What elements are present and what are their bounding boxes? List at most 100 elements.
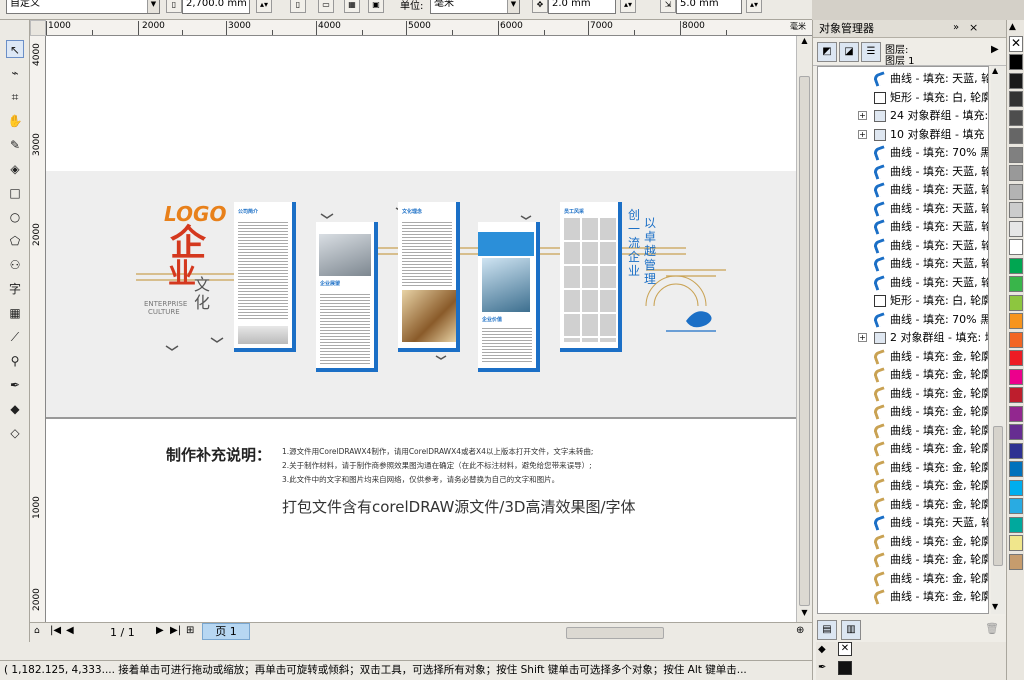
color-swatch[interactable] <box>1009 165 1023 181</box>
color-swatch[interactable] <box>1009 183 1023 200</box>
color-swatch[interactable] <box>1009 405 1023 422</box>
scroll-up-icon[interactable]: ▲ <box>992 66 998 75</box>
object-tree-row[interactable]: +2 对象群组 - 填充: 均 <box>818 329 988 348</box>
chevron-down-icon[interactable]: ▼ <box>507 0 519 13</box>
add-page-icon[interactable]: ⊞ <box>186 625 194 636</box>
object-tree-row[interactable]: +10 对象群组 - 填充 <box>818 126 988 145</box>
all-pages-icon[interactable]: ▦ <box>344 0 360 13</box>
object-tree-row[interactable]: 曲线 - 填充: 金, 轮廓 <box>818 477 988 496</box>
basic-shapes-icon[interactable]: ⚇ <box>6 256 24 274</box>
color-swatch[interactable] <box>1009 368 1023 385</box>
object-tree-row[interactable]: 曲线 - 填充: 金, 轮廓 <box>818 440 988 459</box>
outline-tool-icon[interactable]: ✒ <box>6 376 24 394</box>
expand-toggle-icon[interactable]: + <box>858 111 867 120</box>
object-tree-row[interactable]: +24 对象群组 - 填充: <box>818 107 988 126</box>
object-tree-row[interactable]: 曲线 - 填充: 金, 轮廓 <box>818 459 988 478</box>
object-tree-row[interactable]: 矩形 - 填充: 白, 轮廓 <box>818 292 988 311</box>
object-tree-row[interactable]: 曲线 - 填充: 天蓝, 轮 <box>818 181 988 200</box>
color-swatch[interactable] <box>1009 276 1023 292</box>
color-swatch[interactable] <box>1009 535 1023 551</box>
color-swatch[interactable] <box>1009 146 1023 163</box>
object-tree-row[interactable]: 曲线 - 填充: 金, 轮廓 <box>818 366 988 385</box>
pan-tool-icon[interactable]: ✋ <box>6 112 24 130</box>
color-swatch[interactable] <box>1009 553 1023 570</box>
color-swatch[interactable] <box>1009 91 1023 107</box>
color-swatch[interactable] <box>1009 202 1023 218</box>
prev-page-icon[interactable]: ◀ <box>66 625 74 636</box>
show-properties-icon[interactable]: ◩ <box>817 42 837 62</box>
object-tree-row[interactable]: 曲线 - 填充: 70% 黑 <box>818 144 988 163</box>
object-tree-row[interactable]: 曲线 - 填充: 天蓝, 轮 <box>818 255 988 274</box>
vertical-ruler[interactable]: 4000 3000 2000 1000 2000 <box>30 36 46 622</box>
new-master-layer-icon[interactable]: ▥ <box>841 620 861 640</box>
object-tree-row[interactable]: 曲线 - 填充: 天蓝, 轮 <box>818 218 988 237</box>
shape-tool-icon[interactable]: ⌁ <box>6 64 24 82</box>
zoom-icon[interactable]: ⊕ <box>796 625 804 636</box>
text-tool-icon[interactable]: 字 <box>6 280 24 298</box>
object-tree-row[interactable]: 曲线 - 填充: 金, 轮廓 <box>818 403 988 422</box>
object-tree-row[interactable]: 曲线 - 填充: 金, 轮廓 <box>818 422 988 441</box>
home-icon[interactable]: ⌂ <box>34 626 40 636</box>
table-tool-icon[interactable]: ▦ <box>6 304 24 322</box>
duplicate-distance-field[interactable]: 5.0 mm <box>676 0 742 14</box>
outline-color-swatch[interactable] <box>838 661 852 675</box>
spin-icon[interactable]: ▴▾ <box>256 0 272 13</box>
unit-select[interactable]: 毫米 ▼ <box>430 0 520 14</box>
color-swatch[interactable] <box>1009 54 1023 70</box>
color-swatch[interactable] <box>1009 479 1023 496</box>
palette-scroll-up-icon[interactable]: ▲ <box>1009 22 1016 32</box>
object-tree-row[interactable]: 曲线 - 填充: 金, 轮廓 <box>818 551 988 570</box>
first-page-icon[interactable]: |◀ <box>50 625 61 636</box>
object-tree[interactable]: 曲线 - 填充: 天蓝, 轮矩形 - 填充: 白, 轮廓 +24 对象群组 - 填… <box>817 66 989 614</box>
dimension-tool-icon[interactable]: ⟋ <box>6 328 24 346</box>
scroll-up-icon[interactable]: ▲ <box>798 36 811 48</box>
scroll-down-icon[interactable]: ▼ <box>798 608 811 620</box>
color-swatch[interactable] <box>1009 128 1023 144</box>
interactive-fill-icon[interactable]: ◇ <box>6 424 24 442</box>
object-tree-row[interactable]: 曲线 - 填充: 金, 轮廓 <box>818 570 988 589</box>
polygon-tool-icon[interactable]: ⬠ <box>6 232 24 250</box>
close-icon[interactable]: × <box>969 21 978 34</box>
fill-color-swatch[interactable]: ✕ <box>838 642 852 656</box>
preset-select[interactable]: 自定义 ▼ <box>6 0 160 14</box>
layer-manager-icon[interactable]: ☰ <box>861 42 881 62</box>
nudge-field[interactable]: 2.0 mm <box>548 0 616 14</box>
docker-menu-icon[interactable]: ▶ <box>991 44 999 55</box>
color-swatch[interactable] <box>1009 257 1023 274</box>
drawing-canvas[interactable]: LOGO 企 业 文化 ENTERPRISE CULTURE 公司简介 企业展望… <box>46 36 796 622</box>
color-swatch[interactable] <box>1009 72 1023 89</box>
object-tree-row[interactable]: 曲线 - 填充: 天蓝, 轮 <box>818 163 988 182</box>
portrait-icon[interactable]: ▯ <box>290 0 306 13</box>
object-tree-row[interactable]: 曲线 - 填充: 金, 轮廓 <box>818 496 988 515</box>
next-page-icon[interactable]: ▶ <box>156 625 164 636</box>
object-tree-scrollbar[interactable]: ▲ ▼ <box>991 66 1005 614</box>
object-tree-row[interactable]: 曲线 - 填充: 天蓝, 轮 <box>818 70 988 89</box>
ruler-corner[interactable] <box>30 20 46 36</box>
landscape-icon[interactable]: ▭ <box>318 0 334 13</box>
horizontal-scroll-thumb[interactable] <box>566 627 664 639</box>
expand-docker-icon[interactable]: » <box>953 22 959 33</box>
color-swatch[interactable] <box>1009 498 1023 514</box>
current-page-icon[interactable]: ▣ <box>368 0 384 13</box>
color-swatch[interactable] <box>1009 442 1023 459</box>
scroll-down-icon[interactable]: ▼ <box>992 602 998 611</box>
object-tree-row[interactable]: 曲线 - 填充: 天蓝, 轮 <box>818 514 988 533</box>
page-tab[interactable]: 页 1 <box>202 623 250 640</box>
spin-icon[interactable]: ▴▾ <box>620 0 636 13</box>
smart-fill-icon[interactable]: ◈ <box>6 160 24 178</box>
edit-across-layers-icon[interactable]: ◪ <box>839 42 859 62</box>
expand-toggle-icon[interactable]: + <box>858 129 867 139</box>
rectangle-tool-icon[interactable]: □ <box>6 184 24 202</box>
height-field[interactable]: 2,700.0 mm <box>182 0 250 14</box>
object-tree-row[interactable]: 曲线 - 填充: 金, 轮廓 <box>818 348 988 367</box>
new-layer-icon[interactable]: ▤ <box>817 620 837 640</box>
scroll-thumb[interactable] <box>799 76 810 606</box>
expand-toggle-icon[interactable]: + <box>858 333 867 342</box>
color-swatch[interactable] <box>1009 424 1023 440</box>
object-tree-row[interactable]: 矩形 - 填充: 白, 轮廓 <box>818 89 988 108</box>
object-tree-row[interactable]: 曲线 - 填充: 70% 黑 <box>818 311 988 330</box>
spin-icon[interactable]: ▴▾ <box>746 0 762 13</box>
chevron-down-icon[interactable]: ▼ <box>147 0 159 13</box>
color-swatch[interactable] <box>1009 220 1023 237</box>
eyedropper-tool-icon[interactable]: ⚲ <box>6 352 24 370</box>
